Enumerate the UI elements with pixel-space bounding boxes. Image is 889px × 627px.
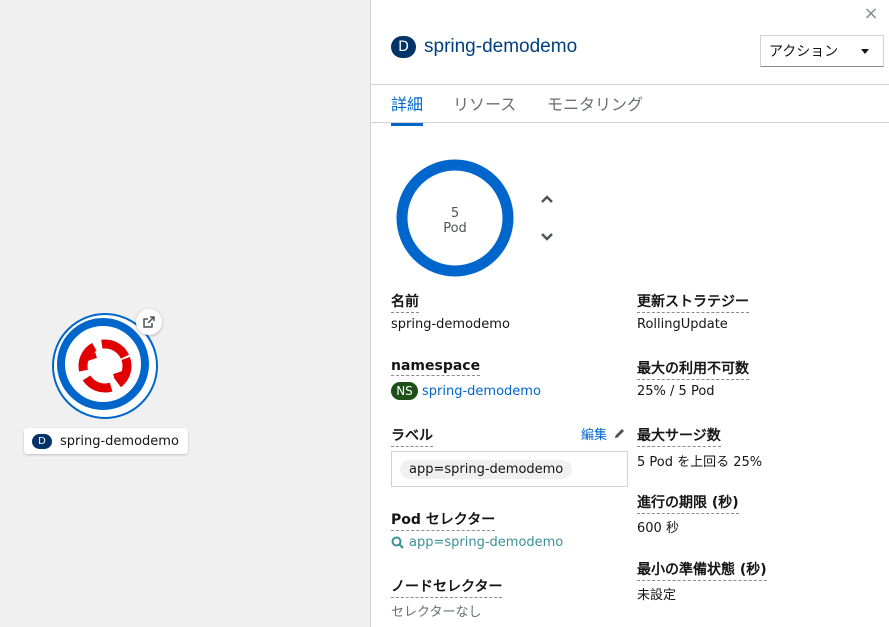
pod-ring: 5 Pod [395,158,515,278]
label-chip[interactable]: app=spring-demodemo [400,460,573,479]
openshift-logo-icon [78,339,132,393]
open-url-button[interactable] [136,309,162,335]
name-value: spring-demodemo [391,317,510,332]
namespace-title: namespace [391,358,481,376]
tab-resources[interactable]: リソース [453,91,516,123]
node-label[interactable]: D spring-demodemo [24,428,188,454]
update-strategy-value: RollingUpdate [637,317,728,332]
tab-monitoring[interactable]: モニタリング [547,91,643,123]
progress-deadline-title: 進行の期限 (秒) [637,492,739,514]
external-link-icon [143,316,155,328]
close-panel-button[interactable]: × [861,3,881,24]
min-ready-value: 未設定 [637,588,677,603]
deployment-badge: D [32,433,52,449]
max-surge-title: 最大サージ数 [637,425,721,447]
pod-count-text: 5 Pod [395,206,515,236]
labels-title: ラベル [391,425,433,447]
edit-labels-label: 編集 [581,428,608,443]
edit-labels-button[interactable]: 編集 [581,424,626,443]
panel-tabs: 詳細 リソース モニタリング [371,84,889,126]
min-ready-title: 最小の準備状態 (秒) [637,559,767,581]
pod-selector-value: app=spring-demodemo [409,535,564,550]
chevron-up-icon [541,195,553,203]
namespace-link[interactable]: spring-demodemo [422,384,541,399]
node-selector-value: セレクターなし [391,605,482,620]
deployment-node[interactable] [52,309,162,419]
caret-down-icon [861,48,869,54]
progress-deadline-value: 600 秒 [637,521,679,536]
panel-title[interactable]: spring-demodemo [424,36,577,58]
actions-label: アクション [769,44,839,60]
max-unavailable-title: 最大の利用不可数 [637,358,749,380]
panel-header: D spring-demodemo [391,36,577,58]
max-unavailable-value: 25% / 5 Pod [637,384,715,399]
pod-selector-title: Pod セレクター [391,509,496,531]
labels-box: app=spring-demodemo [391,451,628,487]
name-title: 名前 [391,291,419,313]
chevron-down-icon [541,233,553,241]
pencil-icon [615,429,625,438]
deployment-badge: D [391,36,416,58]
scale-down-button[interactable] [537,227,557,247]
namespace-value-row: NS spring-demodemo [391,382,541,400]
update-strategy-title: 更新ストラテジー [637,291,749,313]
scale-up-button[interactable] [537,189,557,209]
pod-selector-link[interactable]: app=spring-demodemo [391,535,563,550]
namespace-badge: NS [391,382,418,400]
details-side-panel: × D spring-demodemo アクション 詳細 リソース モニタリング… [370,0,889,627]
max-surge-value: 5 Pod を上回る 25% [637,455,763,470]
pod-count: 5 [450,206,460,221]
actions-dropdown[interactable]: アクション [760,35,884,67]
node-selector-title: ノードセレクター [391,576,503,598]
tab-details[interactable]: 詳細 [391,91,424,126]
node-label-text: spring-demodemo [60,433,179,449]
topology-canvas[interactable]: D spring-demodemo [0,0,370,627]
pod-count-label: Pod [443,221,467,236]
search-icon [391,536,404,549]
